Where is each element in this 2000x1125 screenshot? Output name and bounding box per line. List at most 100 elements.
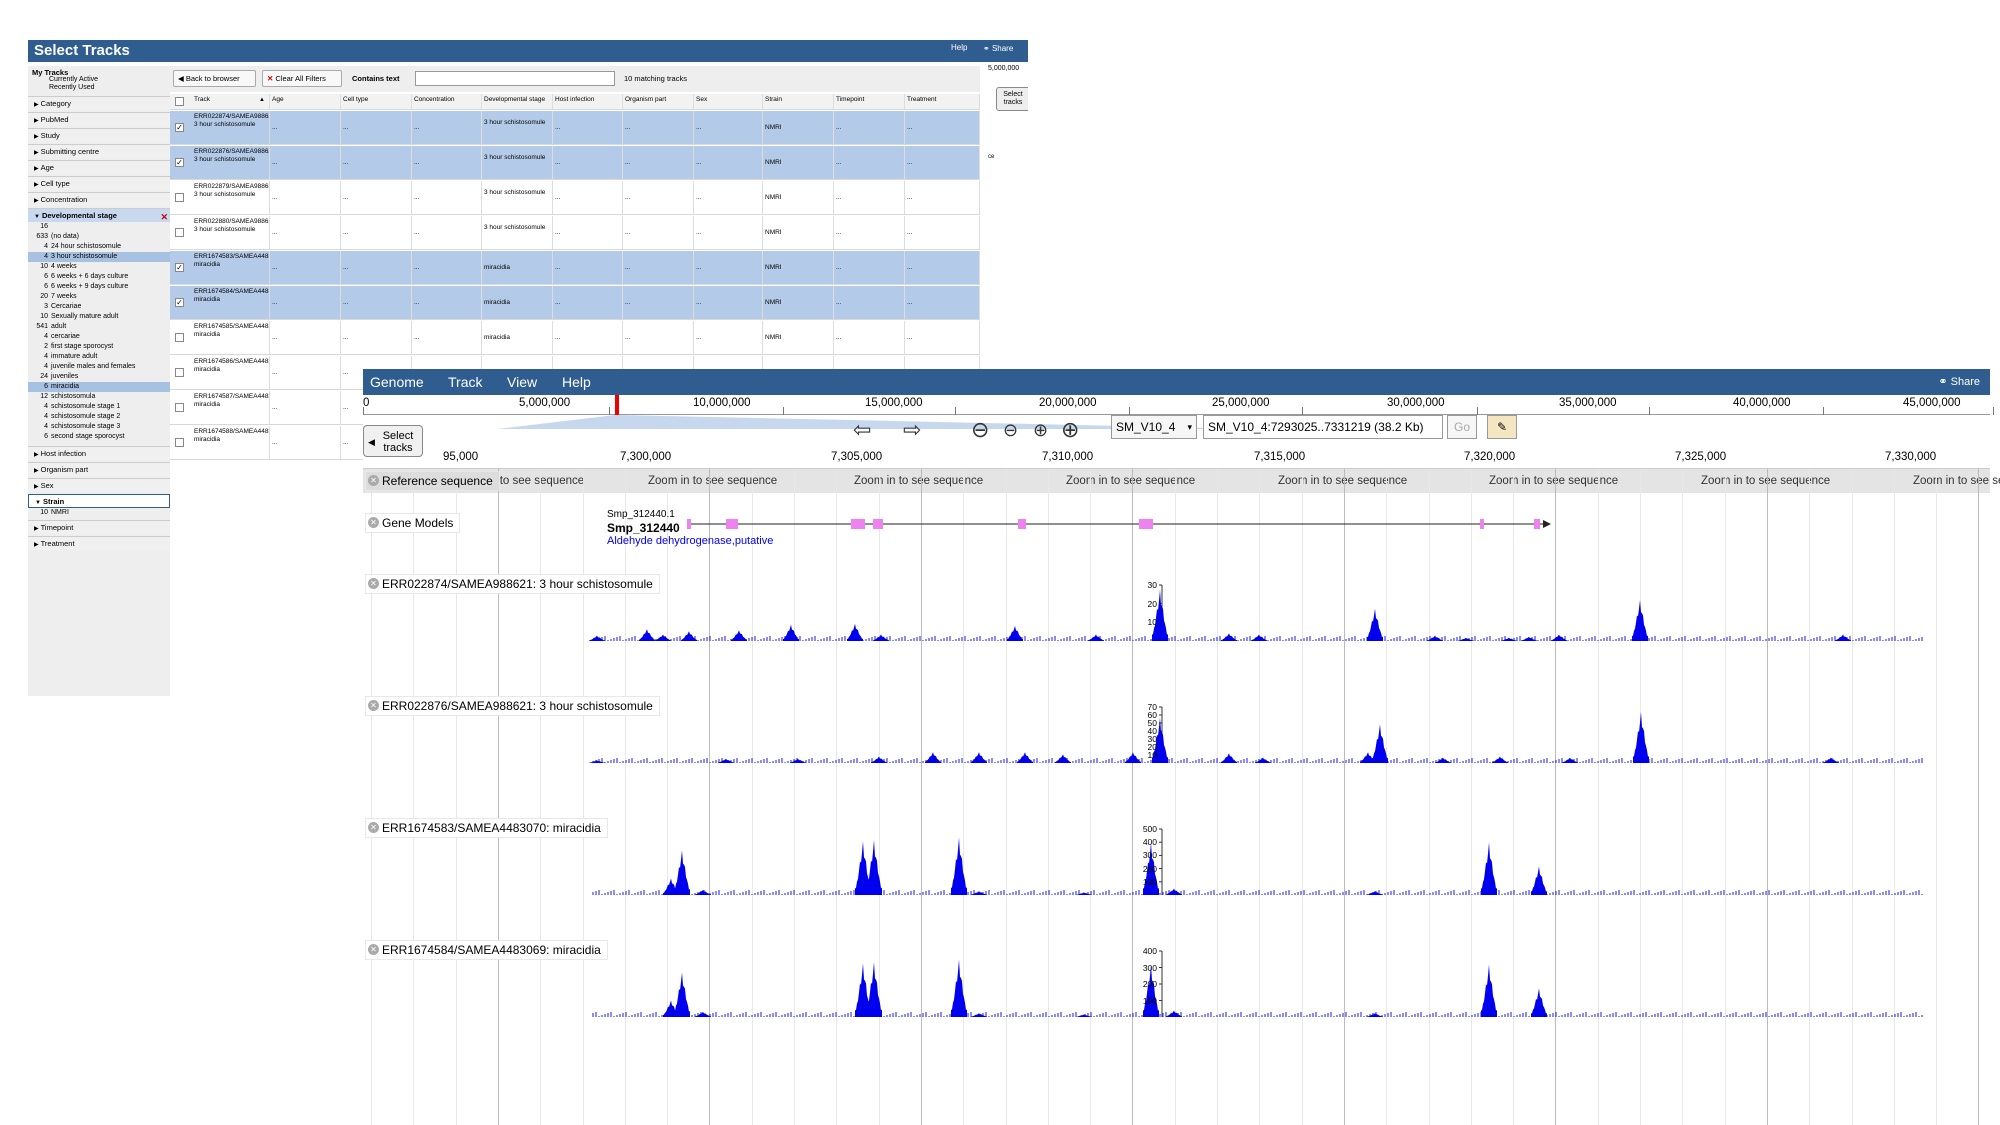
track-name-cell: ERR1674583/SAMEA4483070: miracidia — [192, 251, 270, 284]
column-header[interactable]: Developmental stage — [482, 94, 553, 109]
menu-view[interactable]: View — [507, 374, 537, 390]
row-checkbox[interactable]: ✓ — [175, 298, 184, 307]
table-row[interactable]: ERR1674585/SAMEA4483062: miracidia......… — [170, 321, 980, 355]
overview-scale[interactable]: 0 5,000,000 10,000,000 15,000,000 20,000,000… — [363, 395, 1994, 415]
facet-host-infection[interactable]: ▶ Host infection — [28, 446, 170, 460]
recently-used-item[interactable]: Recently Used — [28, 83, 170, 93]
back-to-browser-button[interactable]: ◀ Back to browser — [173, 70, 256, 87]
facet-value[interactable]: 4 24 hour schistosomule — [28, 242, 170, 252]
table-row[interactable]: ✓ ERR1674583/SAMEA4483070: miracidia.....… — [170, 251, 980, 285]
facet-submitting-centre[interactable]: ▶ Submitting centre — [28, 144, 170, 158]
facet-value[interactable]: 6 second stage sporocyst — [28, 432, 170, 442]
facet-study[interactable]: ▶ Study — [28, 128, 170, 142]
facet-value[interactable]: 12 schistosomula — [28, 392, 170, 402]
column-header[interactable]: Host infection — [553, 94, 623, 109]
facet-value[interactable]: 4 juvenile males and females — [28, 362, 170, 372]
table-row[interactable]: ✓ ERR022874/SAMEA988621: 3 hour schistoso… — [170, 111, 980, 145]
facet-value[interactable]: 66 weeks + 9 days culture — [28, 282, 170, 292]
facet-value[interactable]: 4 schistosomule stage 3 — [28, 422, 170, 432]
row-checkbox[interactable] — [175, 368, 184, 377]
table-cell: miracidia — [482, 251, 553, 284]
facet-sex[interactable]: ▶ Sex — [28, 478, 170, 492]
table-row[interactable]: ERR022879/SAMEA988617: 3 hour schistosom… — [170, 181, 980, 215]
facet-value[interactable]: 541 adult — [28, 322, 170, 332]
menu-help[interactable]: Help — [562, 374, 591, 390]
facet-timepoint[interactable]: ▶ Timepoint — [28, 520, 170, 534]
row-checkbox[interactable]: ✓ — [175, 263, 184, 272]
facet-cell-type[interactable]: ▶ Cell type — [28, 176, 170, 190]
facet-strain[interactable]: ▼ Strain — [28, 494, 170, 508]
column-header[interactable]: Age — [270, 94, 341, 109]
facet-value[interactable]: 4 schistosomule stage 2 — [28, 412, 170, 422]
help-link[interactable]: Help — [951, 43, 967, 52]
close-track-icon[interactable]: ✕ — [368, 475, 379, 486]
row-checkbox[interactable] — [175, 228, 184, 237]
zoom-out-small-icon[interactable]: ⊖ — [1003, 420, 1018, 441]
zoom-in-small-icon[interactable]: ⊕ — [1033, 420, 1048, 441]
facet-value[interactable]: 10 NMRI — [28, 508, 170, 518]
facet-pubmed[interactable]: ▶ PubMed — [28, 112, 170, 126]
row-checkbox[interactable]: ✓ — [175, 123, 184, 132]
row-checkbox[interactable] — [175, 333, 184, 342]
row-checkbox[interactable] — [175, 438, 184, 447]
transcript-name[interactable]: Smp_312440.1 — [607, 509, 675, 520]
column-header[interactable]: Strain — [763, 94, 834, 109]
facet-value[interactable]: 633 (no data) — [28, 232, 170, 242]
go-button[interactable]: Go — [1447, 415, 1477, 439]
y-tick-label: 10 — [1147, 617, 1157, 628]
menu-genome[interactable]: Genome — [370, 374, 424, 390]
table-row[interactable]: ✓ ERR022876/SAMEA988621: 3 hour schistoso… — [170, 146, 980, 180]
menu-track[interactable]: Track — [448, 374, 482, 390]
facet-value[interactable]: 10 4 weeks — [28, 262, 170, 272]
facet-concentration[interactable]: ▶ Concentration — [28, 192, 170, 206]
table-cell: ... — [905, 146, 980, 179]
track-label-reference[interactable]: ✕ Reference sequence — [365, 471, 500, 491]
facet-value[interactable]: 43 hour schistosomule — [28, 252, 170, 262]
facet-value[interactable]: 16 — [28, 222, 170, 232]
share-link[interactable]: ⚭ Share — [983, 44, 1013, 53]
location-input[interactable]: SM_V10_4:7293025..7331219 (38.2 Kb) — [1203, 415, 1443, 439]
pan-right-icon[interactable]: ⇨ — [903, 417, 921, 443]
facet-value[interactable]: 4 schistosomule stage 1 — [28, 402, 170, 412]
clear-filters-button[interactable]: ✕ Clear All Filters — [262, 70, 342, 87]
row-checkbox[interactable] — [175, 193, 184, 202]
row-checkbox[interactable]: ✓ — [175, 158, 184, 167]
column-header[interactable]: Timepoint — [834, 94, 905, 109]
facet-value[interactable]: 24 juveniles — [28, 372, 170, 382]
gene-name[interactable]: Smp_312440 — [607, 521, 680, 535]
select-tracks-button[interactable]: ◀ Select tracks — [363, 425, 423, 457]
facet-value[interactable]: 6 miracidia — [28, 382, 170, 392]
facet-treatment[interactable]: ▶ Treatment — [28, 536, 170, 550]
zoom-out-large-icon[interactable]: ⊖ — [971, 417, 989, 443]
select-all-checkbox[interactable] — [175, 97, 184, 106]
column-header[interactable]: Sex — [694, 94, 763, 109]
table-row[interactable]: ✓ ERR1674584/SAMEA4483069: miracidia.....… — [170, 286, 980, 320]
column-header[interactable]: Concentration — [412, 94, 482, 109]
zoom-in-large-icon[interactable]: ⊕ — [1061, 417, 1079, 443]
highlight-button[interactable]: ✎ — [1487, 415, 1517, 439]
facet-value[interactable]: 66 weeks + 6 days culture — [28, 272, 170, 282]
column-header[interactable]: Track ▲ — [192, 94, 270, 109]
facet-category[interactable]: ▶ Category — [28, 96, 170, 110]
facet-value[interactable]: 3 Cercariae — [28, 302, 170, 312]
overview-location-marker[interactable] — [615, 395, 619, 415]
facet-value[interactable]: 20 7 weeks — [28, 292, 170, 302]
facet-developmental-stage[interactable]: ▼ Developmental stage ✕ — [28, 208, 170, 222]
column-header[interactable]: Cell type — [341, 94, 412, 109]
facet-value[interactable]: 10 Sexually mature adult — [28, 312, 170, 322]
facet-value[interactable]: 4 immature adult — [28, 352, 170, 362]
select-tracks-button-small[interactable]: Select tracks — [996, 87, 1028, 111]
table-row[interactable]: ERR022880/SAMEA988616: 3 hour schistosom… — [170, 216, 980, 250]
refseq-select[interactable]: SM_V10_4 ▾ — [1111, 415, 1197, 439]
facet-value[interactable]: 4 cercariae — [28, 332, 170, 342]
row-checkbox[interactable] — [175, 403, 184, 412]
pan-left-icon[interactable]: ⇦ — [853, 417, 871, 443]
facet-organism-part[interactable]: ▶ Organism part — [28, 462, 170, 476]
facet-value[interactable]: 2 first stage sporocyst — [28, 342, 170, 352]
share-button[interactable]: ⚭ Share — [1938, 375, 1980, 388]
contains-text-input[interactable] — [415, 71, 615, 86]
facet-age[interactable]: ▶ Age — [28, 160, 170, 174]
column-header[interactable]: Organism part — [623, 94, 694, 109]
coverage-baseline — [592, 890, 1923, 895]
column-header[interactable]: Treatment — [905, 94, 980, 109]
